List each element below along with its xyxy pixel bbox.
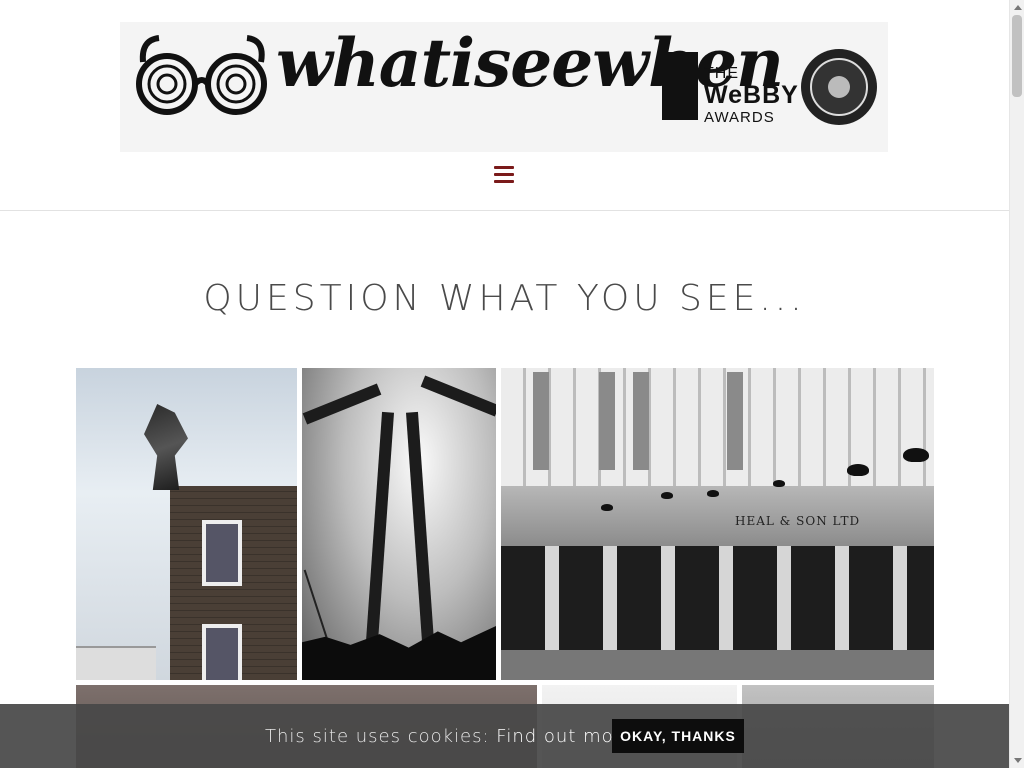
gallery-photo-chimneys[interactable] (302, 368, 496, 680)
photo-truck (76, 646, 156, 680)
photo-window (202, 520, 242, 586)
page-tagline: QUESTION WHAT YOU SEE... (203, 278, 806, 319)
gallery-photo-sculpture[interactable] (76, 368, 297, 680)
photo-chimney (405, 411, 435, 643)
scrollbar-thumb[interactable] (1012, 15, 1022, 97)
scroll-down-arrow-icon[interactable] (1014, 758, 1022, 763)
webby-mark-icon (662, 52, 698, 120)
photo-crow (601, 504, 613, 511)
badge-core (828, 76, 850, 98)
photo-sale-banner (599, 372, 615, 470)
cookie-accept-button[interactable]: OKAY, THANKS (612, 719, 744, 753)
cookie-banner: This site uses cookies: Find out more. (0, 704, 1009, 768)
webby-line-3: AWARDS (704, 109, 775, 126)
photo-silhouette (302, 626, 496, 680)
webby-line-1: THE (704, 65, 739, 82)
cookie-message: This site uses cookies: Find out more. (265, 726, 640, 747)
photo-pipe-left (302, 383, 382, 425)
glasses-logo-icon (136, 35, 267, 115)
cookie-text: This site uses cookies: (265, 726, 490, 747)
hamburger-menu-icon[interactable] (494, 166, 514, 184)
photo-sale-banner (533, 372, 549, 470)
photo-crow (707, 490, 719, 497)
photo-sale-banner (633, 372, 649, 470)
gallery-photo-shopfront[interactable]: HEAL & SON LTD (501, 368, 934, 680)
photo-shop-sign: HEAL & SON LTD (735, 514, 861, 528)
photo-sculpture (144, 404, 188, 490)
photo-sale-banner (727, 372, 743, 470)
photo-chimney (365, 411, 395, 643)
webby-line-2: WeBBY (704, 81, 799, 109)
badge-ring (810, 58, 868, 116)
webby-honoree-badge-icon (801, 49, 877, 125)
photo-crow (903, 448, 929, 462)
photo-pavement (501, 650, 934, 680)
site-banner[interactable]: whatiseewhen THE WeBBY AWARDS (120, 22, 888, 152)
page: whatiseewhen THE WeBBY AWARDS QUESTION W… (0, 0, 1009, 768)
photo-crow (847, 464, 869, 476)
photo-building-facade (501, 368, 934, 496)
page-scrollbar[interactable] (1009, 0, 1024, 768)
site-header: whatiseewhen THE WeBBY AWARDS (0, 0, 1009, 211)
webby-awards-logo: THE WeBBY AWARDS (704, 65, 799, 126)
photo-crow (773, 480, 785, 487)
scroll-up-arrow-icon[interactable] (1014, 5, 1022, 10)
photo-crane (303, 569, 331, 647)
photo-window (202, 624, 242, 680)
photo-pipe-right (420, 375, 496, 417)
photo-crow (661, 492, 673, 499)
